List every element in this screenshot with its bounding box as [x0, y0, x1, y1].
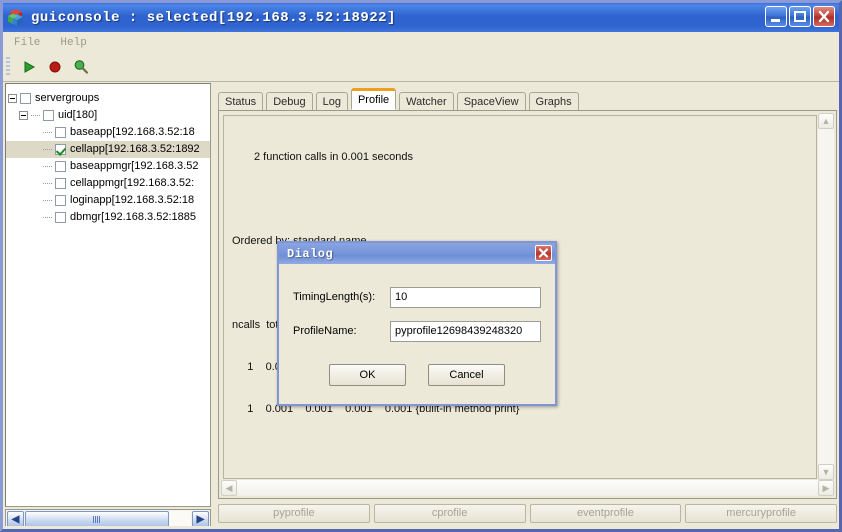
menu-bar: File Help	[3, 32, 839, 54]
title-bar: guiconsole : selected[192.168.3.52:18922…	[3, 3, 839, 32]
tree-item-label: baseappmgr[192.168.3.52	[70, 160, 198, 173]
window-title: guiconsole : selected[192.168.3.52:18922…	[31, 10, 396, 26]
application-window: guiconsole : selected[192.168.3.52:18922…	[0, 0, 842, 532]
scroll-left-arrow-icon[interactable]: ◀	[221, 480, 237, 496]
tab-spaceview[interactable]: SpaceView	[457, 92, 526, 110]
record-circle-icon[interactable]	[42, 55, 68, 79]
tab-watcher[interactable]: Watcher	[399, 92, 454, 110]
tree-node-label: servergroups	[35, 92, 99, 105]
tree-guide	[43, 141, 55, 158]
window-controls	[765, 6, 835, 27]
window-bottom-edge	[3, 526, 839, 529]
cprofile-button[interactable]: cprofile	[374, 504, 526, 523]
checkbox-dbmgr[interactable]	[55, 212, 66, 223]
ok-button[interactable]: OK	[329, 364, 406, 386]
scroll-right-arrow-icon[interactable]: ▶	[818, 480, 834, 496]
maximize-icon[interactable]	[789, 6, 811, 27]
tree-item-cellapp[interactable]: cellapp[192.168.3.52:1892	[6, 141, 210, 158]
tree-guide	[31, 107, 43, 124]
mercuryprofile-button[interactable]: mercuryprofile	[685, 504, 837, 523]
collapse-expander-icon[interactable]	[19, 111, 28, 120]
profile-blank-1	[232, 192, 808, 206]
toolbar-grip[interactable]	[6, 57, 10, 77]
tree-guide	[43, 192, 55, 209]
dialog-button-row: OK Cancel	[279, 364, 555, 386]
tab-status[interactable]: Status	[218, 92, 263, 110]
tree-guide	[43, 175, 55, 192]
play-triangle-icon[interactable]	[16, 55, 42, 79]
scroll-up-arrow-icon[interactable]: ▲	[818, 113, 834, 129]
dialog-title: Dialog	[287, 247, 333, 261]
profile-settings-dialog: Dialog TimingLength(s): 10 ProfileName: …	[277, 241, 557, 406]
profile-name-row: ProfileName: pyprofile12698439248320	[293, 320, 541, 342]
tab-log[interactable]: Log	[316, 92, 348, 110]
app-cubes-icon	[7, 8, 26, 27]
tree-guide	[43, 158, 55, 175]
checkbox-baseappmgr[interactable]	[55, 161, 66, 172]
tree-item-baseappmgr[interactable]: baseappmgr[192.168.3.52	[6, 158, 210, 175]
checkbox-servergroups[interactable]	[20, 93, 31, 104]
collapse-expander-icon[interactable]	[8, 94, 17, 103]
tab-graphs[interactable]: Graphs	[529, 92, 579, 110]
tree-item-label: baseapp[192.168.3.52:18	[70, 126, 195, 139]
panel-splitter[interactable]	[211, 83, 218, 530]
scrollbar-grip-icon	[93, 516, 101, 523]
dialog-close-icon[interactable]	[535, 245, 552, 261]
timing-length-input[interactable]: 10	[390, 287, 541, 308]
timing-length-label: TimingLength(s):	[293, 291, 390, 303]
tree-item-dbmgr[interactable]: dbmgr[192.168.3.52:1885	[6, 209, 210, 226]
checkbox-cellappmgr[interactable]	[55, 178, 66, 189]
minimize-icon[interactable]	[765, 6, 787, 27]
dialog-title-bar: Dialog	[279, 243, 555, 264]
menu-item-help[interactable]: Help	[51, 35, 95, 51]
tree-item-label: cellapp[192.168.3.52:1892	[70, 143, 200, 156]
server-tree-panel[interactable]: servergroups uid[180] baseapp[192.168.3.…	[5, 83, 211, 507]
tree-guide	[43, 124, 55, 141]
profile-action-bar: pyprofile cprofile eventprofile mercuryp…	[218, 501, 837, 525]
content-horizontal-scrollbar[interactable]: ◀ ▶	[221, 480, 834, 496]
checkbox-baseapp[interactable]	[55, 127, 66, 138]
tab-debug[interactable]: Debug	[266, 92, 312, 110]
tree-item-baseapp[interactable]: baseapp[192.168.3.52:18	[6, 124, 210, 141]
tree-item-loginapp[interactable]: loginapp[192.168.3.52:18	[6, 192, 210, 209]
toolbar	[3, 53, 839, 82]
tree-item-label: loginapp[192.168.3.52:18	[70, 194, 194, 207]
magnifier-icon[interactable]	[68, 55, 94, 79]
tree-item-label: dbmgr[192.168.3.52:1885	[70, 211, 196, 224]
checkbox-loginapp[interactable]	[55, 195, 66, 206]
tree-item-cellappmgr[interactable]: cellappmgr[192.168.3.52:	[6, 175, 210, 192]
tree-item-label: cellappmgr[192.168.3.52:	[70, 177, 194, 190]
tab-profile[interactable]: Profile	[351, 88, 396, 110]
pyprofile-button[interactable]: pyprofile	[218, 504, 370, 523]
menu-item-file[interactable]: File	[5, 35, 49, 51]
eventprofile-button[interactable]: eventprofile	[530, 504, 682, 523]
timing-length-row: TimingLength(s): 10	[293, 286, 541, 308]
profile-summary-line: 2 function calls in 0.001 seconds	[232, 150, 808, 164]
tree-node-uid[interactable]: uid[180]	[6, 107, 210, 124]
server-tree: servergroups uid[180] baseapp[192.168.3.…	[6, 84, 210, 226]
profile-name-input[interactable]: pyprofile12698439248320	[390, 321, 541, 342]
dialog-body: TimingLength(s): 10 ProfileName: pyprofi…	[279, 264, 555, 404]
content-vertical-scrollbar[interactable]: ▲ ▼	[818, 113, 834, 480]
tree-node-label: uid[180]	[58, 109, 97, 122]
scroll-down-arrow-icon[interactable]: ▼	[818, 464, 834, 480]
close-icon[interactable]	[813, 6, 835, 27]
checkbox-uid[interactable]	[43, 110, 54, 121]
profile-name-label: ProfileName:	[293, 325, 390, 337]
tree-node-servergroups[interactable]: servergroups	[6, 90, 210, 107]
tab-strip: Status Debug Log Profile Watcher SpaceVi…	[218, 88, 582, 110]
cancel-button[interactable]: Cancel	[428, 364, 505, 386]
checkbox-cellapp[interactable]	[55, 144, 66, 155]
tree-guide	[43, 209, 55, 226]
